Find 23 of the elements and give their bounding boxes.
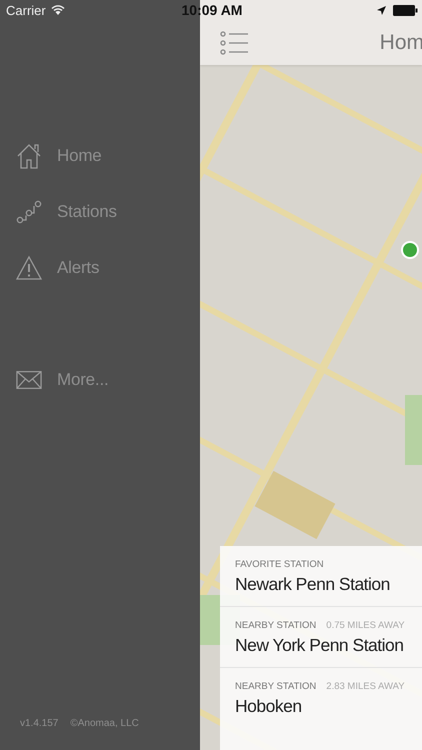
battery-icon bbox=[393, 4, 418, 16]
station-distance: 0.75 MILES AWAY bbox=[326, 620, 405, 631]
house-icon bbox=[16, 143, 42, 169]
menu-item[interactable]: Alerts bbox=[57, 258, 100, 278]
menu-item[interactable]: Stations bbox=[57, 202, 117, 222]
envelope-icon bbox=[16, 369, 42, 391]
station-distance: 2.83 MILES AWAY bbox=[326, 681, 405, 692]
location-arrow-icon bbox=[377, 6, 386, 14]
menu-item[interactable]: Home bbox=[57, 146, 102, 166]
station-category: FAVORITE STATION bbox=[235, 559, 324, 570]
station-name[interactable]: Newark Penn Station bbox=[235, 574, 422, 595]
copyright-label: ©Anomaa, LLC bbox=[70, 718, 139, 729]
carrier-label: Carrier bbox=[6, 2, 46, 18]
warning-icon bbox=[16, 255, 42, 281]
menu-button[interactable] bbox=[220, 30, 249, 54]
station-name[interactable]: Hoboken bbox=[235, 696, 422, 717]
wifi-icon bbox=[50, 5, 65, 15]
menu-item[interactable]: More... bbox=[57, 370, 109, 390]
version-label: v1.4.157 bbox=[20, 718, 58, 729]
station-category: NEARBY STATION bbox=[235, 681, 316, 692]
station-category: NEARBY STATION bbox=[235, 620, 316, 631]
station-name[interactable]: New York Penn Station bbox=[235, 635, 422, 656]
route-icon bbox=[16, 199, 42, 225]
